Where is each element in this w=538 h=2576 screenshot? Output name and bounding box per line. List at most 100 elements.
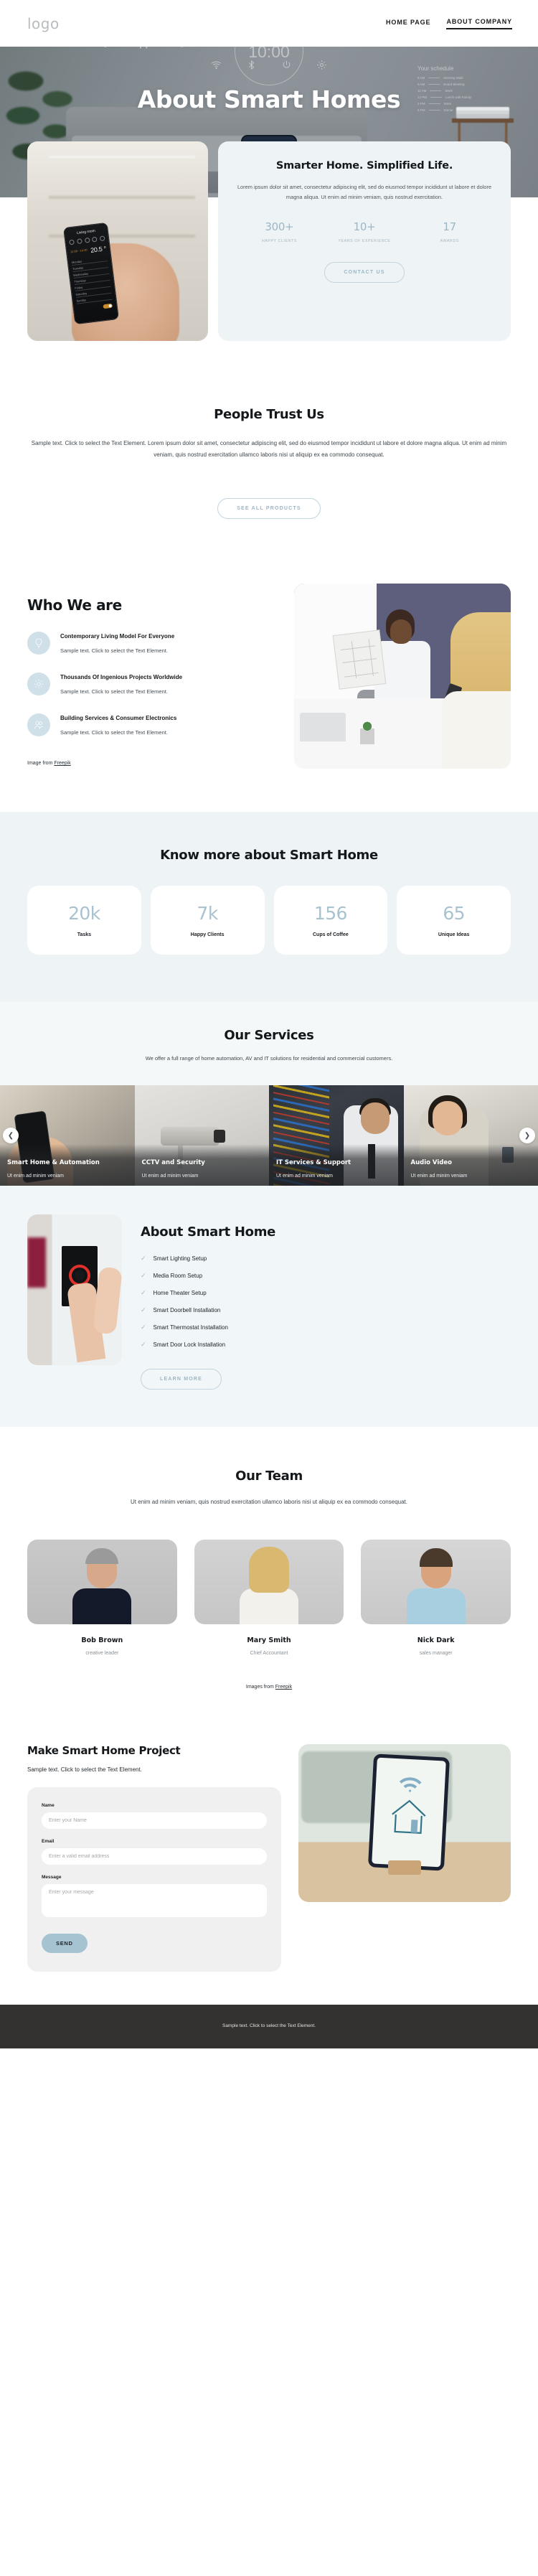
- credit-link[interactable]: Freepik: [54, 761, 70, 766]
- service-slide-smart-home-automation[interactable]: Smart Home & Automation Ut enim ad minim…: [0, 1085, 135, 1186]
- intro-stats-row: 300+ HAPPY CLIENTS 10+ YEARS OF EXPERIEN…: [237, 220, 492, 245]
- stat-happy-clients: 300+ HAPPY CLIENTS: [237, 220, 322, 245]
- trust-title: People Trust Us: [214, 407, 324, 422]
- pause-icon: ❙❙: [138, 47, 150, 49]
- feature-item: Building Services & Consumer Electronics…: [27, 713, 280, 736]
- carousel-prev-button[interactable]: ❮: [3, 1128, 19, 1143]
- counter-label: Unique Ideas: [438, 932, 470, 937]
- member-role: Chief Accountant: [250, 1651, 288, 1656]
- hero-status-icons: [0, 60, 538, 70]
- feature-title: Building Services & Consumer Electronics: [60, 715, 177, 721]
- checklist-item: ✓ Home Theater Setup: [141, 1290, 511, 1297]
- check-icon: ✓: [141, 1324, 146, 1331]
- schedule-row: 8 AM Morning Walk: [417, 76, 518, 80]
- stat-awards: 17 AWARDS: [407, 220, 492, 245]
- slide-text: Ut enim ad minim veniam: [141, 1174, 199, 1179]
- counter-unique-ideas: 65 Unique Ideas: [397, 886, 511, 955]
- preview-icon-row: [69, 235, 105, 245]
- tablet-mockup: [367, 1753, 450, 1871]
- name-label: Name: [42, 1803, 55, 1808]
- contact-form: Name Email Message SEND: [27, 1787, 281, 1972]
- page-root: logo HOME PAGE ABOUT COMPANY ◀ ❙❙ ▶ 10:0…: [0, 0, 538, 2048]
- schedule-time: 8 AM: [417, 76, 425, 80]
- slide-title: CCTV and Security: [141, 1158, 205, 1166]
- message-label: Message: [42, 1875, 62, 1880]
- site-footer: Sample text. Click to select the Text El…: [0, 2005, 538, 2048]
- service-slide-it-services-support[interactable]: IT Services & Support Ut enim ad minim v…: [269, 1085, 404, 1186]
- counter-happy-clients: 7k Happy Clients: [150, 886, 265, 955]
- counter-label: Cups of Coffee: [312, 932, 349, 937]
- counters-row: 20k Tasks 7k Happy Clients 156 Cups of C…: [27, 886, 511, 955]
- field-name: Name: [42, 1803, 267, 1829]
- wifi-icon: [397, 1776, 423, 1793]
- message-textarea[interactable]: [42, 1884, 267, 1917]
- avatar: [27, 1540, 177, 1624]
- hero-photo-card: Living room 20.5 ° 12:00 - 14:30 Monday …: [27, 141, 208, 341]
- service-slide-audio-video[interactable]: Audio Video Ut enim ad minim veniam: [403, 1085, 538, 1186]
- footer-text: Sample text. Click to select the Text El…: [222, 2023, 316, 2028]
- intro-info-card: Smarter Home. Simplified Life. Lorem ips…: [218, 141, 511, 341]
- next-track-icon: ▶: [181, 47, 187, 49]
- credit-prefix: Image from: [27, 761, 55, 766]
- contact-form-column: Make Smart Home Project Sample text. Cli…: [27, 1744, 281, 1972]
- slide-text: Ut enim ad minim veniam: [7, 1174, 64, 1179]
- name-input[interactable]: [42, 1812, 267, 1829]
- feature-item: Thousands Of Ingenious Projects Worldwid…: [27, 673, 280, 695]
- slide-text: Ut enim ad minim veniam: [410, 1174, 468, 1179]
- slide-title: IT Services & Support: [276, 1158, 351, 1166]
- counter-value: 156: [313, 903, 348, 924]
- send-button[interactable]: SEND: [42, 1934, 88, 1953]
- settings-icon: [317, 60, 326, 70]
- feature-text: Sample text. Click to select the Text El…: [60, 729, 168, 736]
- nav-link-about-company[interactable]: ABOUT COMPANY: [446, 18, 512, 29]
- intro-card-title: Smarter Home. Simplified Life.: [275, 160, 453, 172]
- services-header: Our Services We offer a full range of ho…: [0, 1002, 538, 1085]
- slide-title: Smart Home & Automation: [7, 1158, 100, 1166]
- check-icon: ✓: [141, 1341, 146, 1348]
- gear-icon: [84, 237, 90, 243]
- our-team-section: Our Team Ut enim ad minim veniam, quis n…: [0, 1427, 538, 1711]
- service-slide-cctv-and-security[interactable]: CCTV and Security Ut enim ad minim venia…: [134, 1085, 269, 1186]
- site-header: logo HOME PAGE ABOUT COMPANY: [0, 0, 538, 47]
- site-logo[interactable]: logo: [27, 15, 60, 32]
- contact-us-button[interactable]: CONTACT US: [324, 262, 405, 284]
- services-subtitle: We offer a full range of home automation…: [145, 1055, 393, 1062]
- carousel-next-button[interactable]: ❯: [519, 1128, 535, 1143]
- member-name: Bob Brown: [81, 1636, 123, 1644]
- team-member-nick-dark: Nick Dark sales manager: [361, 1540, 511, 1656]
- checklist-label: Smart Doorbell Installation: [153, 1307, 221, 1313]
- see-all-products-button[interactable]: SEE ALL PRODUCTS: [217, 498, 321, 519]
- schedule-label: Morning Walk: [443, 76, 463, 80]
- learn-more-button[interactable]: LEARN MORE: [141, 1369, 222, 1390]
- who-we-are-content: Who We are Contemporary Living Model For…: [27, 584, 280, 766]
- back-icon: [69, 239, 75, 245]
- checklist-label: Smart Lighting Setup: [153, 1255, 207, 1262]
- feature-title: Thousands Of Ingenious Projects Worldwid…: [60, 674, 183, 680]
- stat-label: YEARS OF EXPERIENCE: [338, 239, 391, 244]
- slide-title: Audio Video: [410, 1158, 452, 1166]
- home-icon: [76, 238, 82, 245]
- counter-value: 65: [443, 903, 465, 924]
- credit-link[interactable]: Freepik: [275, 1685, 292, 1690]
- home-icon: [387, 1794, 430, 1838]
- project-photo: [298, 1744, 511, 1902]
- email-input[interactable]: [42, 1848, 267, 1865]
- who-image-credit: Image from Freepik: [27, 761, 280, 766]
- stat-label: AWARDS: [440, 239, 459, 244]
- fan-icon: [99, 235, 105, 242]
- preview-day-list: Monday Tuesday Wednesday Thursday Friday…: [71, 255, 113, 304]
- member-role: creative leader: [85, 1651, 119, 1656]
- email-label: Email: [42, 1839, 55, 1844]
- stat-years-of-experience: 10+ YEARS OF EXPERIENCE: [322, 220, 407, 245]
- team-member-bob-brown: Bob Brown creative leader: [27, 1540, 177, 1656]
- member-name: Nick Dark: [417, 1636, 455, 1644]
- team-member-mary-smith: Mary Smith Chief Accountant: [194, 1540, 344, 1656]
- nav-link-home-page[interactable]: HOME PAGE: [386, 19, 430, 29]
- feature-title: Contemporary Living Model For Everyone: [60, 633, 175, 640]
- stat-value: 300+: [265, 220, 294, 234]
- avatar: [361, 1540, 511, 1624]
- member-role: sales manager: [419, 1651, 453, 1656]
- trust-paragraph: Sample text. Click to select the Text El…: [31, 440, 507, 458]
- lightbulb-icon: [27, 632, 50, 655]
- team-image-credit: Images from Freepik: [27, 1685, 511, 1690]
